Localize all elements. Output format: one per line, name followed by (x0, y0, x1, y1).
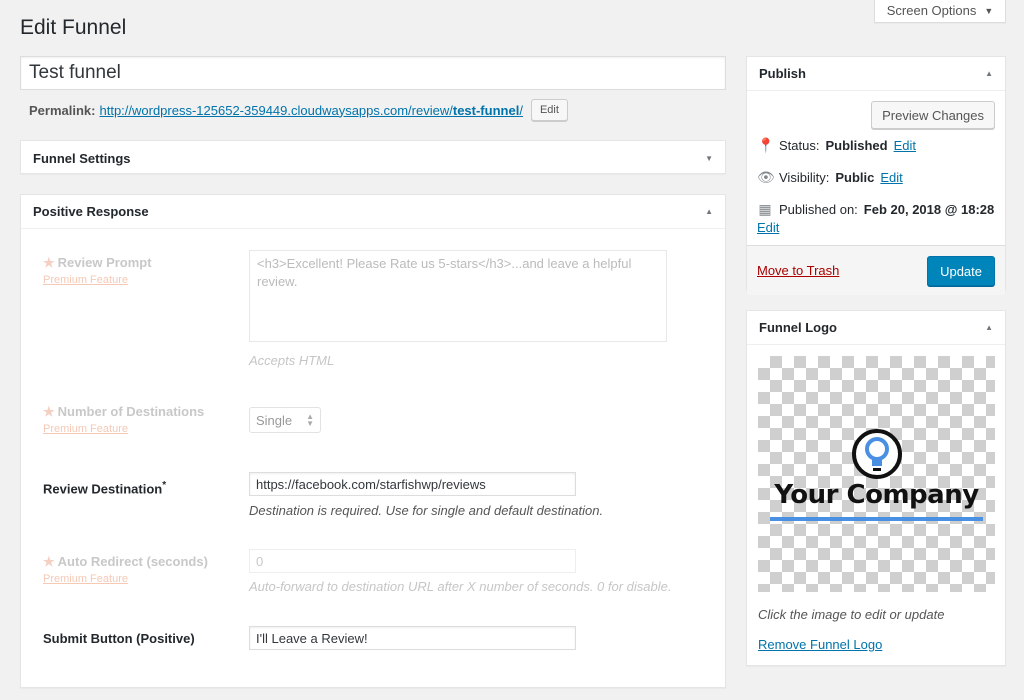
premium-feature-link[interactable]: Premium Feature (43, 573, 208, 585)
published-label: Published on: (779, 202, 858, 217)
permalink-edit-button[interactable]: Edit (530, 99, 568, 121)
screen-options-label: Screen Options (886, 3, 977, 18)
logo-caption: Click the image to edit or update (758, 607, 945, 622)
star-icon: ★ (43, 404, 55, 419)
review-prompt-label-group: ★ Review Prompt Premium Feature (43, 255, 152, 286)
funnel-logo-box: Funnel Logo ▲ Your Company Click the ima… (746, 310, 1006, 666)
auto-redirect-label: Auto Redirect (seconds) (57, 554, 208, 569)
star-icon: ★ (43, 255, 55, 270)
auto-redirect-hint: Auto-forward to destination URL after X … (249, 579, 672, 594)
caret-down-icon: ▼ (984, 5, 994, 16)
review-destination-hint: Destination is required. Use for single … (249, 503, 604, 518)
review-prompt-label: Review Prompt (57, 255, 152, 270)
num-destinations-select[interactable]: Single ▲ ▼ (249, 407, 321, 433)
positive-response-box: Positive Response ▲ ★ Review Prompt Premi… (20, 194, 726, 688)
visibility-edit-link[interactable]: Edit (880, 170, 902, 185)
visibility-row: 👁 Visibility: Public Edit (757, 169, 903, 186)
status-label: Status: (779, 138, 820, 153)
permalink-link[interactable]: http://wordpress-125652-359449.cloudways… (99, 103, 522, 118)
published-date-row: ▦ Published on: Feb 20, 2018 @ 18:28 (757, 201, 994, 218)
review-prompt-textarea[interactable]: <h3>Excellent! Please Rate us 5-stars</h… (249, 250, 667, 342)
eye-icon: 👁 (757, 169, 775, 185)
published-edit-link[interactable]: Edit (757, 220, 779, 235)
submit-button-input[interactable]: I'll Leave a Review! (249, 626, 576, 650)
status-value: Published (825, 138, 888, 153)
visibility-value: Public (835, 170, 875, 185)
permalink-trailing: / (519, 102, 523, 118)
submit-button-label-group: Submit Button (Positive) (43, 631, 195, 646)
publish-footer: Move to Trash Update (747, 245, 1005, 295)
funnel-settings-title: Funnel Settings (33, 150, 131, 166)
publish-header[interactable]: Publish ▲ (747, 57, 1005, 91)
visibility-label: Visibility: (779, 170, 830, 185)
published-value: Feb 20, 2018 @ 18:28 (863, 202, 995, 217)
logo-underline (770, 517, 983, 521)
screen-options-button[interactable]: Screen Options ▼ (874, 0, 1006, 23)
lightbulb-icon (852, 429, 902, 479)
permalink-label: Permalink: (29, 102, 96, 118)
required-mark: * (162, 480, 167, 491)
logo-text: Your Company (774, 480, 979, 510)
update-button[interactable]: Update (927, 256, 995, 286)
status-row: 📍 Status: Published Edit (757, 137, 916, 154)
post-title-input[interactable]: Test funnel (20, 56, 726, 90)
funnel-settings-box: Funnel Settings ▼ (20, 140, 726, 174)
num-destinations-value: Single (256, 412, 293, 428)
calendar-icon: ▦ (758, 201, 772, 217)
move-to-trash-link[interactable]: Move to Trash (757, 263, 839, 278)
toggle-up-icon[interactable]: ▲ (985, 69, 993, 78)
review-destination-label-group: Review Destination* (43, 480, 166, 496)
publish-title: Publish (759, 66, 806, 81)
review-destination-label: Review Destination (43, 481, 163, 497)
premium-feature-link[interactable]: Premium Feature (43, 423, 204, 435)
auto-redirect-input[interactable]: 0 (249, 549, 576, 573)
page-title: Edit Funnel (20, 16, 127, 39)
submit-button-label: Submit Button (Positive) (43, 631, 195, 646)
num-destinations-label: Number of Destinations (57, 404, 205, 419)
star-icon: ★ (43, 554, 55, 569)
permalink-base: http://wordpress-125652-359449.cloudways… (99, 102, 453, 118)
select-arrows-icon: ▲ ▼ (306, 412, 314, 428)
status-edit-link[interactable]: Edit (894, 138, 916, 153)
toggle-up-icon[interactable]: ▲ (985, 323, 993, 332)
funnel-settings-header[interactable]: Funnel Settings ▼ (21, 141, 725, 175)
permalink: Permalink: http://wordpress-125652-35944… (29, 99, 568, 121)
preview-changes-button[interactable]: Preview Changes (871, 101, 995, 129)
funnel-logo-header[interactable]: Funnel Logo ▲ (747, 311, 1005, 345)
toggle-down-icon[interactable]: ▼ (705, 154, 713, 163)
positive-response-title: Positive Response (33, 204, 149, 219)
review-destination-input[interactable]: https://facebook.com/starfishwp/reviews (249, 472, 576, 496)
premium-feature-link[interactable]: Premium Feature (43, 274, 152, 286)
num-destinations-label-group: ★ Number of Destinations Premium Feature (43, 404, 204, 435)
auto-redirect-label-group: ★ Auto Redirect (seconds) Premium Feature (43, 554, 208, 585)
funnel-logo-image[interactable]: Your Company (758, 356, 995, 592)
permalink-slug: test-funnel (452, 102, 520, 118)
pin-icon: 📍 (757, 137, 775, 153)
review-prompt-hint: Accepts HTML (249, 353, 335, 368)
remove-logo-link[interactable]: Remove Funnel Logo (758, 637, 882, 652)
funnel-logo-title: Funnel Logo (759, 320, 837, 335)
publish-box: Publish ▲ Preview Changes 📍 Status: Publ… (746, 56, 1006, 295)
toggle-up-icon[interactable]: ▲ (705, 207, 713, 216)
positive-response-header[interactable]: Positive Response ▲ (21, 195, 725, 229)
